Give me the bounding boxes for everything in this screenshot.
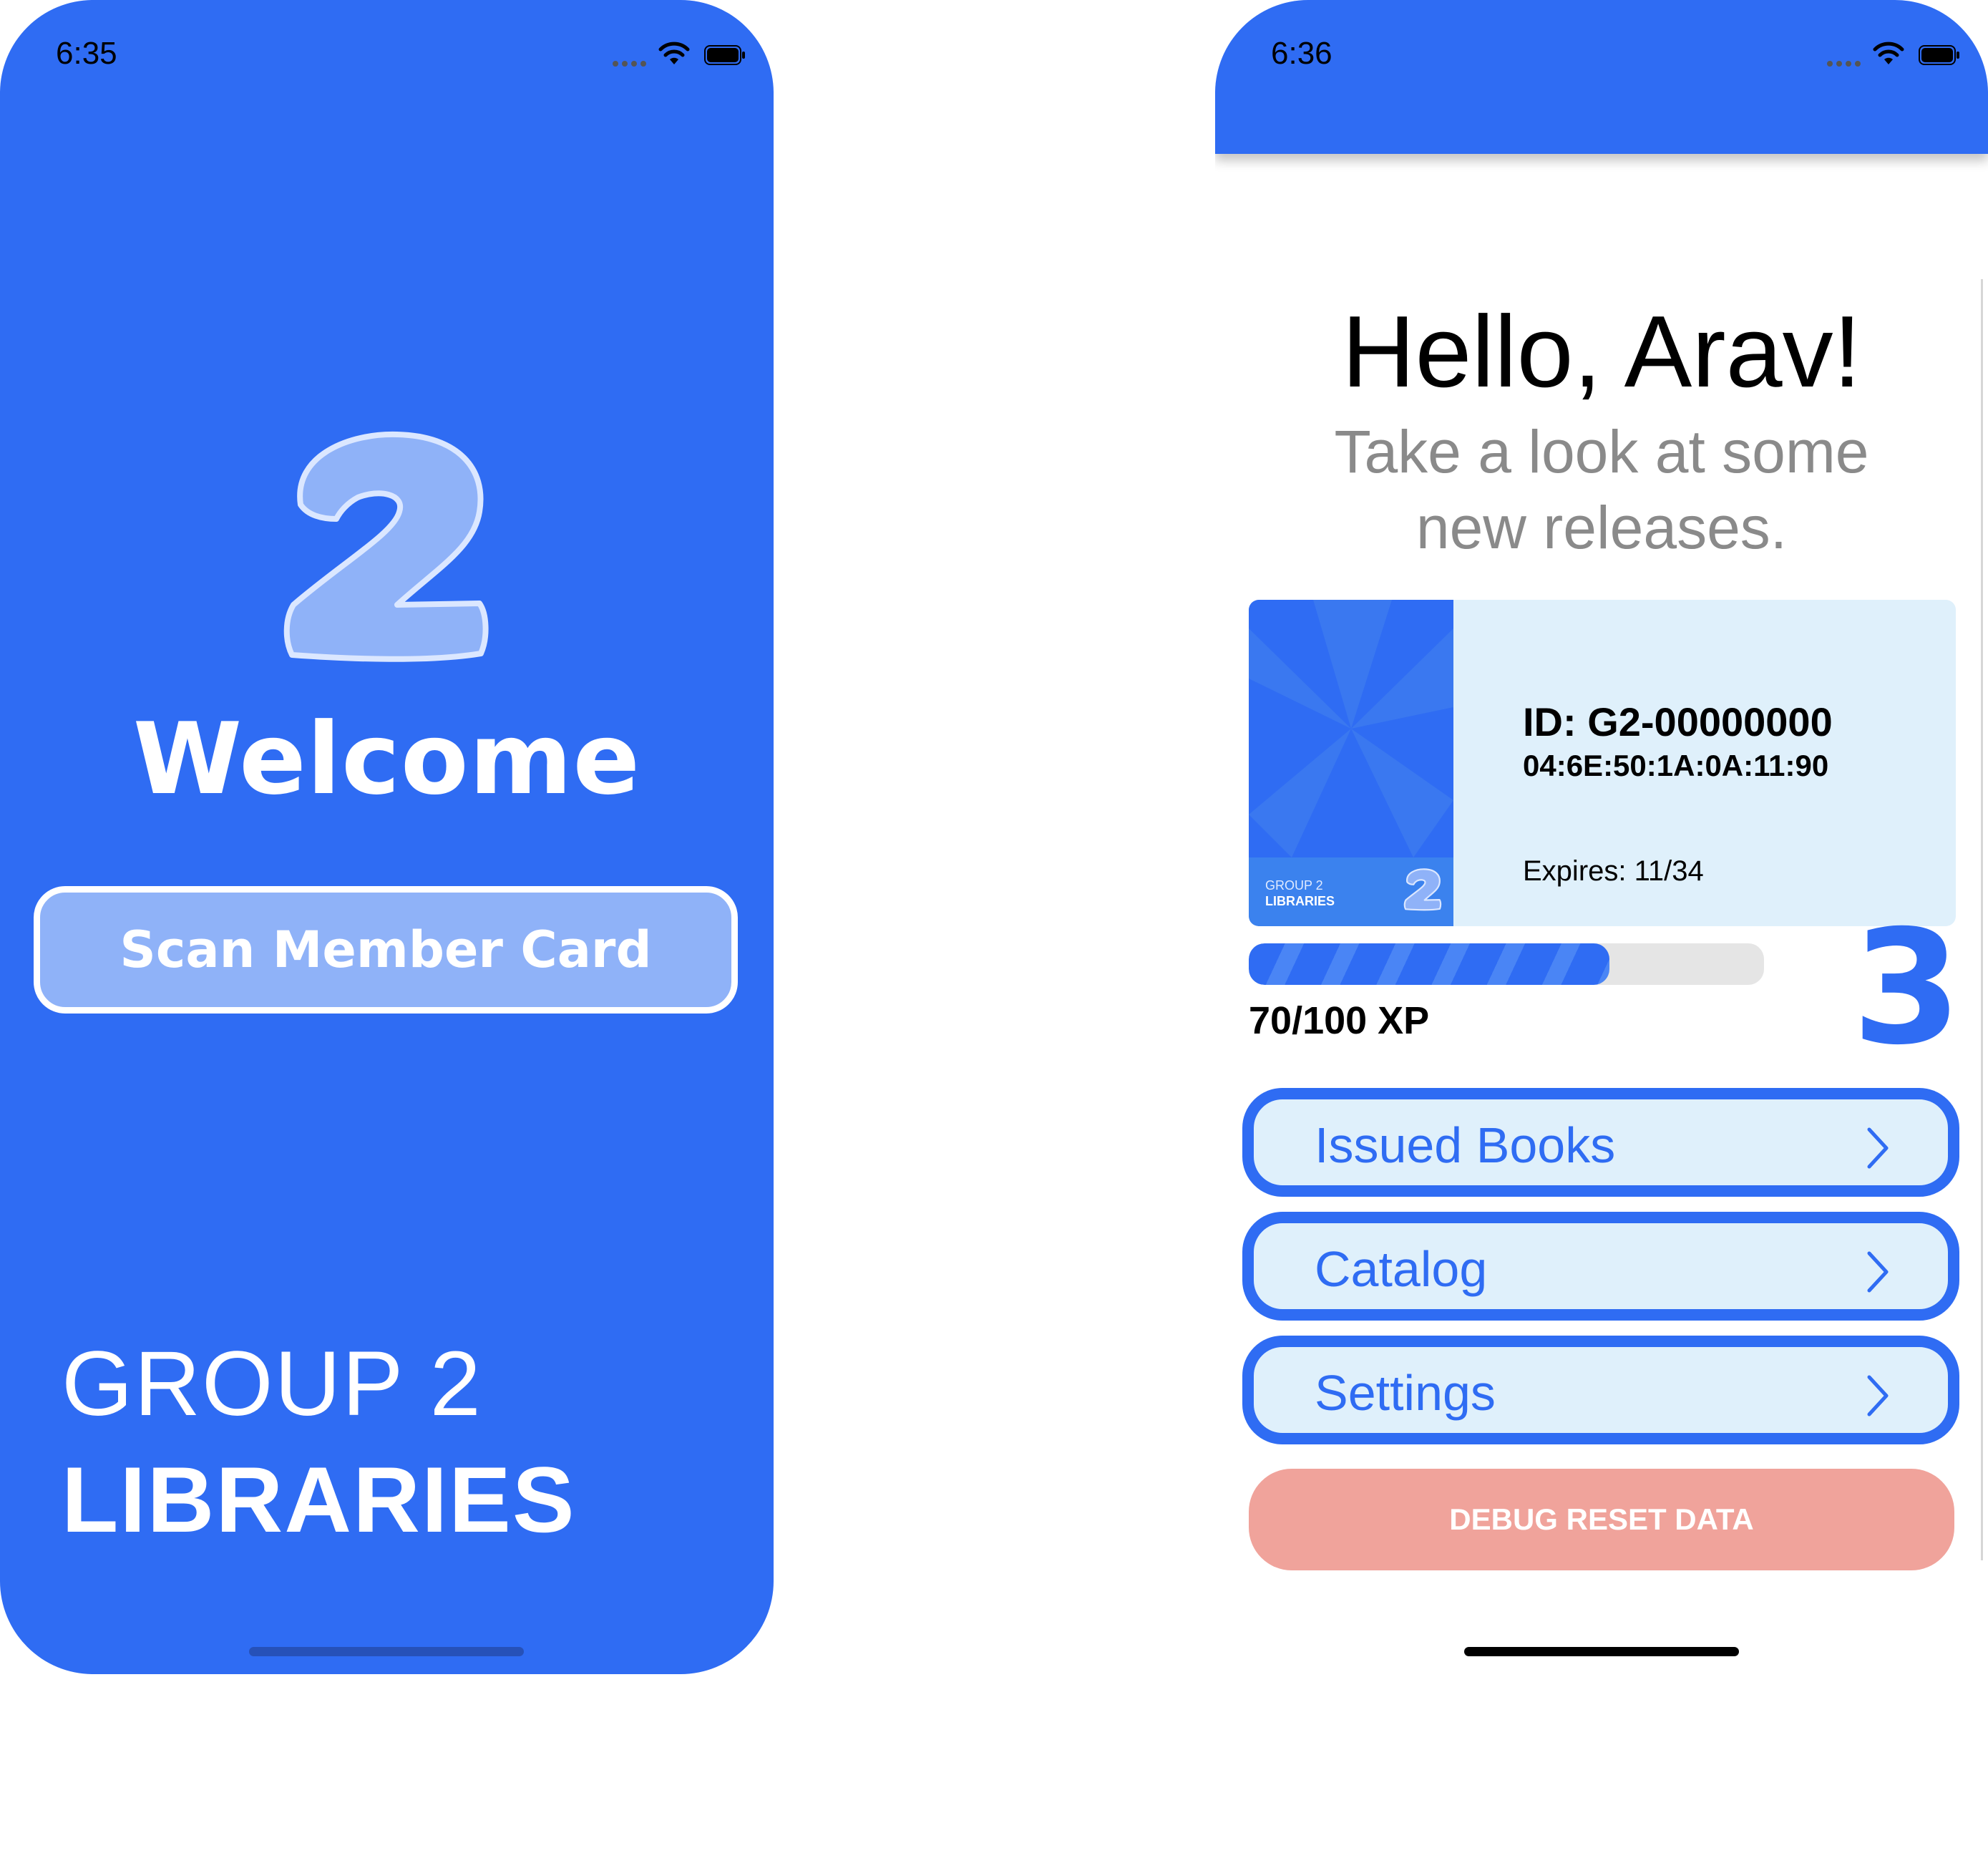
greeting-subtitle: Take a look at some new releases. — [1215, 414, 1988, 565]
chevron-right-icon — [1867, 1251, 1889, 1293]
battery-icon — [1919, 45, 1959, 65]
menu-item-label: Settings — [1315, 1365, 1496, 1421]
scan-member-card-button[interactable]: Scan Member Card — [34, 886, 738, 1014]
member-card[interactable]: GROUP 2 LIBRARIES ID: G2-00000000 04:6E:… — [1249, 600, 1956, 926]
status-time: 6:36 — [1271, 36, 1332, 71]
welcome-title: Welcome — [132, 701, 641, 817]
member-card-expiry: Expires: 11/34 — [1523, 855, 1704, 887]
status-time: 6:35 — [56, 36, 117, 71]
status-bar: 6:36 — [1215, 0, 1988, 115]
chevron-right-icon — [1867, 1375, 1889, 1416]
two-logo-icon — [283, 431, 489, 662]
card-logo-group: GROUP 2 — [1265, 878, 1323, 893]
welcome-screen: 6:35 Welcome Scan Member Card GROUP 2 LI… — [0, 0, 774, 1674]
greeting-title: Hello, Arav! — [1341, 295, 1862, 409]
card-pattern — [1249, 600, 1453, 857]
chevron-right-icon — [1867, 1127, 1889, 1169]
level-number: 3 — [1852, 896, 1962, 1079]
subtitle-line-2: new releases. — [1416, 494, 1788, 561]
home-indicator[interactable] — [249, 1647, 524, 1656]
two-logo-icon — [1403, 868, 1442, 911]
card-logo-libraries: LIBRARIES — [1265, 894, 1335, 908]
member-card-mac: 04:6E:50:1A:0A:11:90 — [1523, 749, 1829, 782]
home-screen: 6:36 Hello, Arav! Take a look at some ne… — [1215, 0, 1988, 1674]
member-card-image: GROUP 2 LIBRARIES — [1249, 600, 1453, 926]
debug-reset-button[interactable]: DEBUG RESET DATA — [1249, 1469, 1954, 1570]
menu-item-label: Issued Books — [1315, 1117, 1616, 1173]
xp-progress-bar — [1249, 943, 1764, 985]
xp-label: 70/100 XP — [1249, 999, 1430, 1042]
member-id: ID: G2-00000000 — [1523, 699, 1833, 744]
menu-item-catalog[interactable]: Catalog — [1242, 1212, 1959, 1321]
menu-item-issued-books[interactable]: Issued Books — [1242, 1088, 1959, 1197]
menu-item-label: Catalog — [1315, 1241, 1488, 1297]
wifi-icon — [1873, 42, 1904, 64]
signal-dots-icon — [613, 56, 656, 67]
brand-line-libraries: LIBRARIES — [62, 1447, 576, 1552]
wifi-icon — [658, 42, 690, 64]
battery-icon — [704, 45, 745, 65]
brand-line-group: GROUP 2 — [62, 1333, 482, 1435]
xp-progress-fill — [1249, 943, 1609, 985]
home-indicator[interactable] — [1464, 1647, 1739, 1656]
menu-item-settings[interactable]: Settings — [1242, 1336, 1959, 1444]
subtitle-line-1: Take a look at some — [1334, 418, 1869, 485]
status-bar: 6:35 — [0, 0, 774, 115]
signal-dots-icon — [1827, 56, 1870, 67]
